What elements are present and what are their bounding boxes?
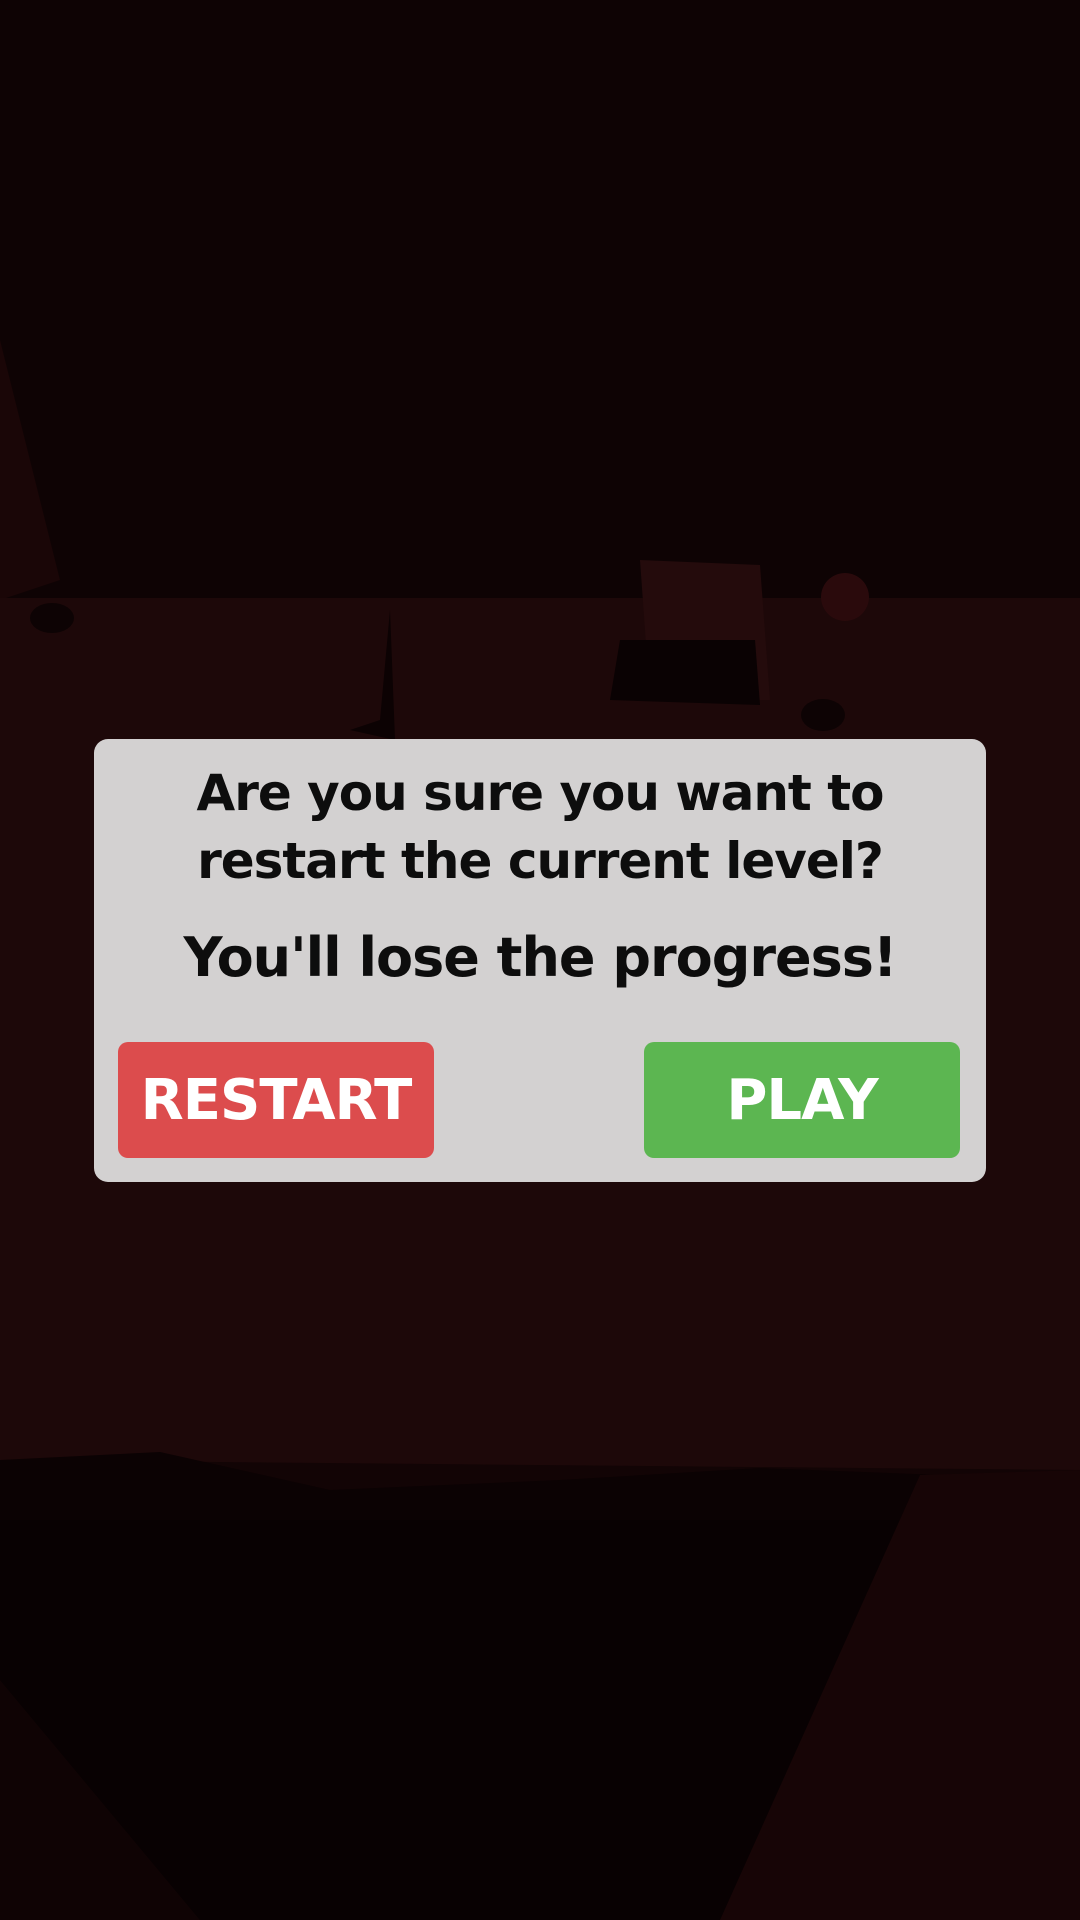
restart-question-text: Are you sure you want to restart the cur… [196, 764, 885, 890]
restart-button[interactable]: RESTART [118, 1042, 434, 1158]
progress-warning-text: You'll lose the progress! [183, 926, 897, 989]
restart-confirmation-dialog: Are you sure you want to restart the cur… [94, 739, 986, 1182]
game-screen: Are you sure you want to restart the cur… [0, 0, 1080, 1920]
play-button[interactable]: PLAY [644, 1042, 960, 1158]
